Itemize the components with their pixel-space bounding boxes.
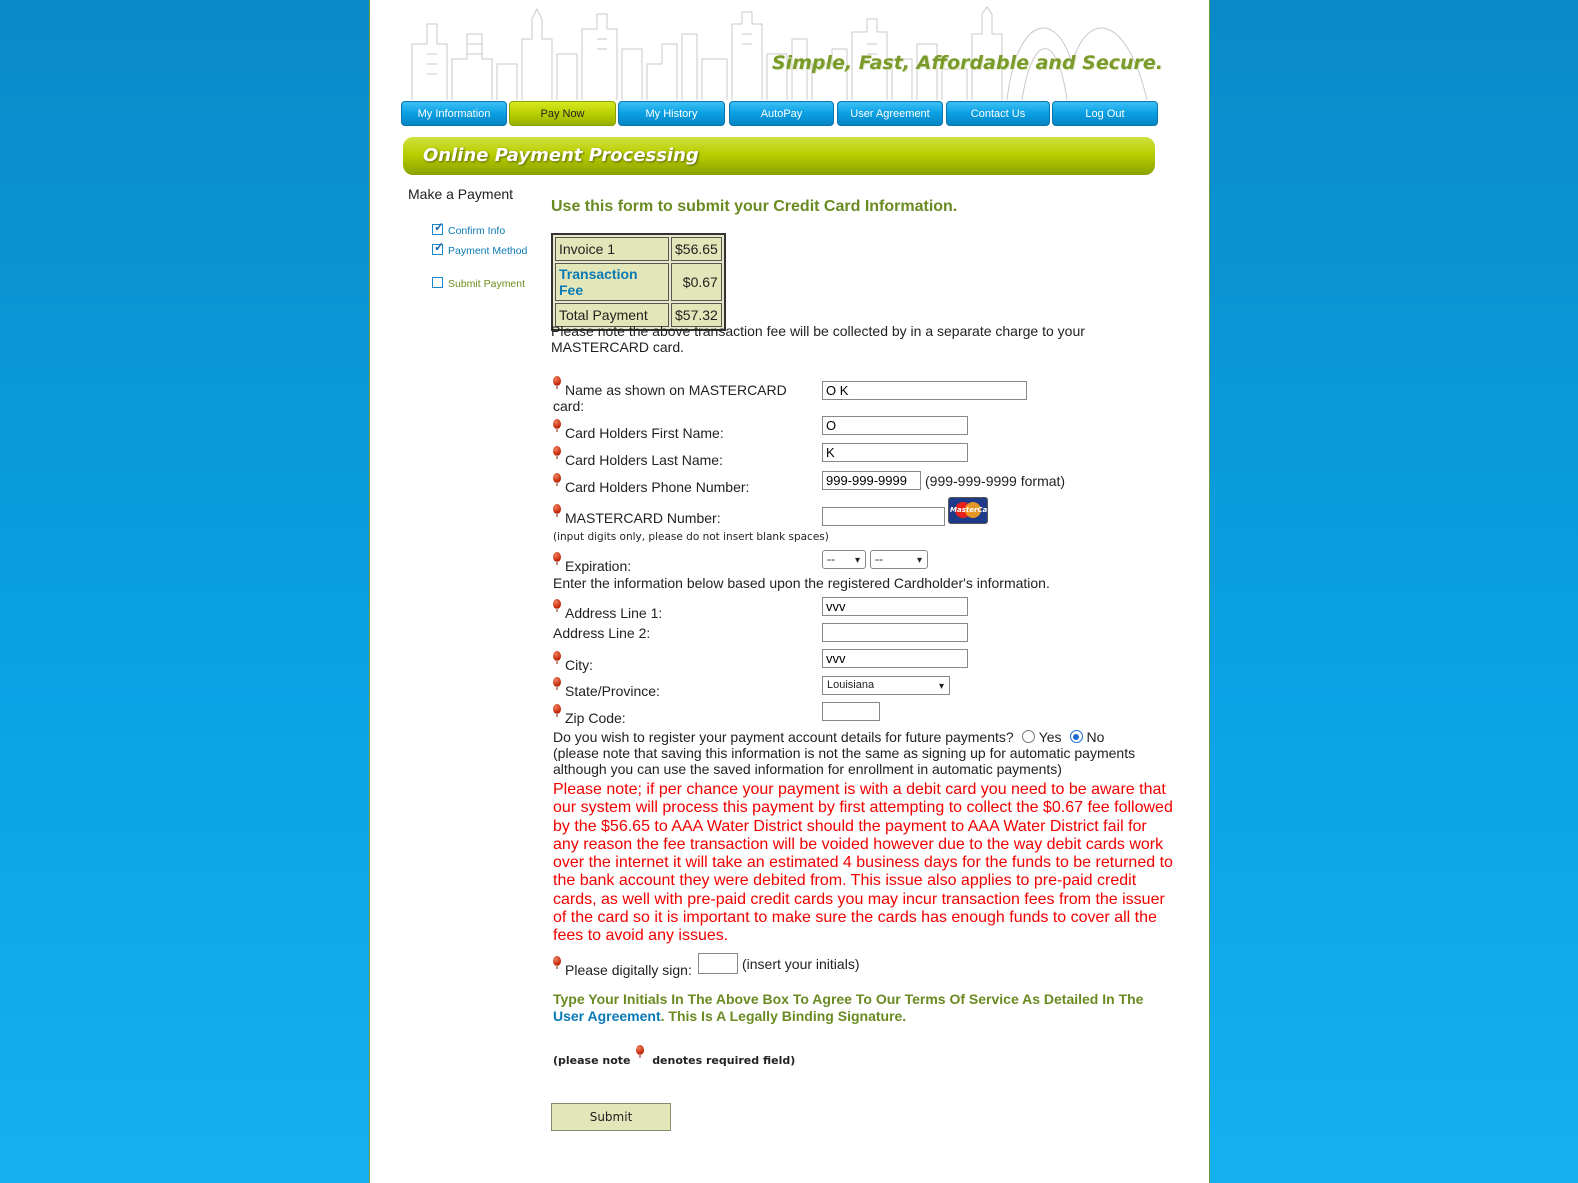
section-banner: Online Payment Processing — [403, 137, 1155, 175]
first-name-input[interactable] — [822, 416, 968, 435]
debit-card-warning: Please note; if per chance your payment … — [553, 781, 1173, 945]
exp-year-select[interactable]: -- ▾ — [870, 550, 928, 569]
table-row: Invoice 1 $56.65 — [555, 237, 722, 261]
fee-amount: $56.65 — [671, 237, 722, 261]
nav-log-out[interactable]: Log Out — [1052, 101, 1158, 126]
zip-input[interactable] — [822, 702, 880, 721]
nav-autopay[interactable]: AutoPay — [729, 101, 834, 126]
last-name-input[interactable] — [822, 443, 968, 462]
fee-label: Invoice 1 — [555, 237, 669, 261]
transaction-fee-link[interactable]: Transaction Fee — [559, 266, 638, 298]
card-number-input[interactable] — [822, 507, 945, 526]
phone-input[interactable] — [822, 471, 921, 490]
state-label: State/Province: — [553, 677, 660, 699]
required-icon — [553, 446, 561, 459]
nav-my-information[interactable]: My Information — [401, 101, 507, 126]
exp-month-select[interactable]: -- ▾ — [822, 550, 866, 569]
checkbox-checked-icon: ✓ — [432, 220, 445, 235]
required-icon — [636, 1045, 645, 1058]
step-submit-payment: Submit Payment — [432, 277, 525, 290]
name-on-card-input[interactable] — [822, 381, 1027, 400]
user-agreement-link[interactable]: User Agreement — [553, 1008, 661, 1024]
required-icon — [553, 599, 561, 612]
checkbox-checked-icon: ✓ — [432, 240, 445, 255]
phone-label: Card Holders Phone Number: — [553, 473, 749, 495]
fee-note: Please note the above transaction fee wi… — [551, 323, 1085, 355]
required-icon — [553, 473, 561, 486]
fee-label[interactable]: Transaction Fee — [555, 263, 669, 301]
signature-label: Please digitally sign: — [553, 956, 692, 978]
nav-contact-us[interactable]: Contact Us — [946, 101, 1050, 126]
signature-hint: (insert your initials) — [742, 956, 860, 972]
address-intro: Enter the information below based upon t… — [553, 575, 1050, 591]
expiration-label: Expiration: — [553, 552, 631, 574]
address2-label: Address Line 2: — [553, 625, 651, 641]
required-icon — [553, 704, 561, 717]
city-input[interactable] — [822, 649, 968, 668]
card-number-label: MASTERCARD Number: — [553, 504, 721, 526]
banner-title: Online Payment Processing — [423, 145, 699, 166]
city-label: City: — [553, 651, 593, 673]
required-field-note: (please note denotes required field) — [553, 1045, 795, 1067]
last-name-label: Card Holders Last Name: — [553, 446, 723, 468]
register-question: Do you wish to register your payment acc… — [553, 729, 1105, 745]
sidebar-title: Make a Payment — [408, 186, 514, 202]
register-no-radio[interactable] — [1069, 730, 1083, 743]
checkbox-empty-icon — [432, 277, 443, 288]
nav-pay-now[interactable]: Pay Now — [509, 101, 616, 126]
name-on-card-label: Name as shown on MASTERCARD card: — [553, 376, 803, 414]
zip-label: Zip Code: — [553, 704, 626, 726]
page-container: Simple, Fast, Affordable and Secure. My … — [369, 0, 1210, 1183]
step-confirm-info: ✓ Confirm Info — [432, 220, 506, 237]
chevron-down-icon: ▾ — [938, 681, 944, 692]
state-select[interactable]: Louisiana ▾ — [822, 676, 950, 695]
address1-input[interactable] — [822, 597, 968, 616]
required-icon — [553, 419, 561, 432]
fee-amount: $0.67 — [671, 263, 722, 301]
tagline: Simple, Fast, Affordable and Secure. — [771, 52, 1163, 74]
required-icon — [553, 651, 561, 664]
chevron-down-icon: ▾ — [854, 555, 860, 566]
address1-label: Address Line 1: — [553, 599, 662, 621]
submit-button[interactable]: Submit — [551, 1103, 671, 1131]
nav-user-agreement[interactable]: User Agreement — [837, 101, 943, 126]
table-row: Transaction Fee $0.67 — [555, 263, 722, 301]
terms-text: Type Your Initials In The Above Box To A… — [553, 991, 1144, 1024]
required-icon — [553, 552, 561, 565]
signature-input[interactable] — [698, 953, 738, 974]
required-icon — [553, 504, 561, 517]
mastercard-logo: MasterCard — [948, 497, 988, 524]
card-number-hint: (input digits only, please do not insert… — [553, 531, 829, 543]
step-payment-method: ✓ Payment Method — [432, 240, 528, 257]
required-icon — [553, 677, 561, 690]
first-name-label: Card Holders First Name: — [553, 419, 724, 441]
nav-my-history[interactable]: My History — [618, 101, 725, 126]
form-heading: Use this form to submit your Credit Card… — [551, 198, 958, 215]
required-icon — [553, 376, 561, 389]
register-yes-radio[interactable] — [1021, 730, 1035, 743]
required-icon — [553, 956, 561, 969]
address2-input[interactable] — [822, 623, 968, 642]
chevron-down-icon: ▾ — [916, 555, 922, 566]
fee-table: Invoice 1 $56.65 Transaction Fee $0.67 T… — [551, 233, 726, 331]
register-note: (please note that saving this informatio… — [553, 745, 1136, 777]
phone-format-hint: (999-999-9999 format) — [925, 473, 1066, 489]
